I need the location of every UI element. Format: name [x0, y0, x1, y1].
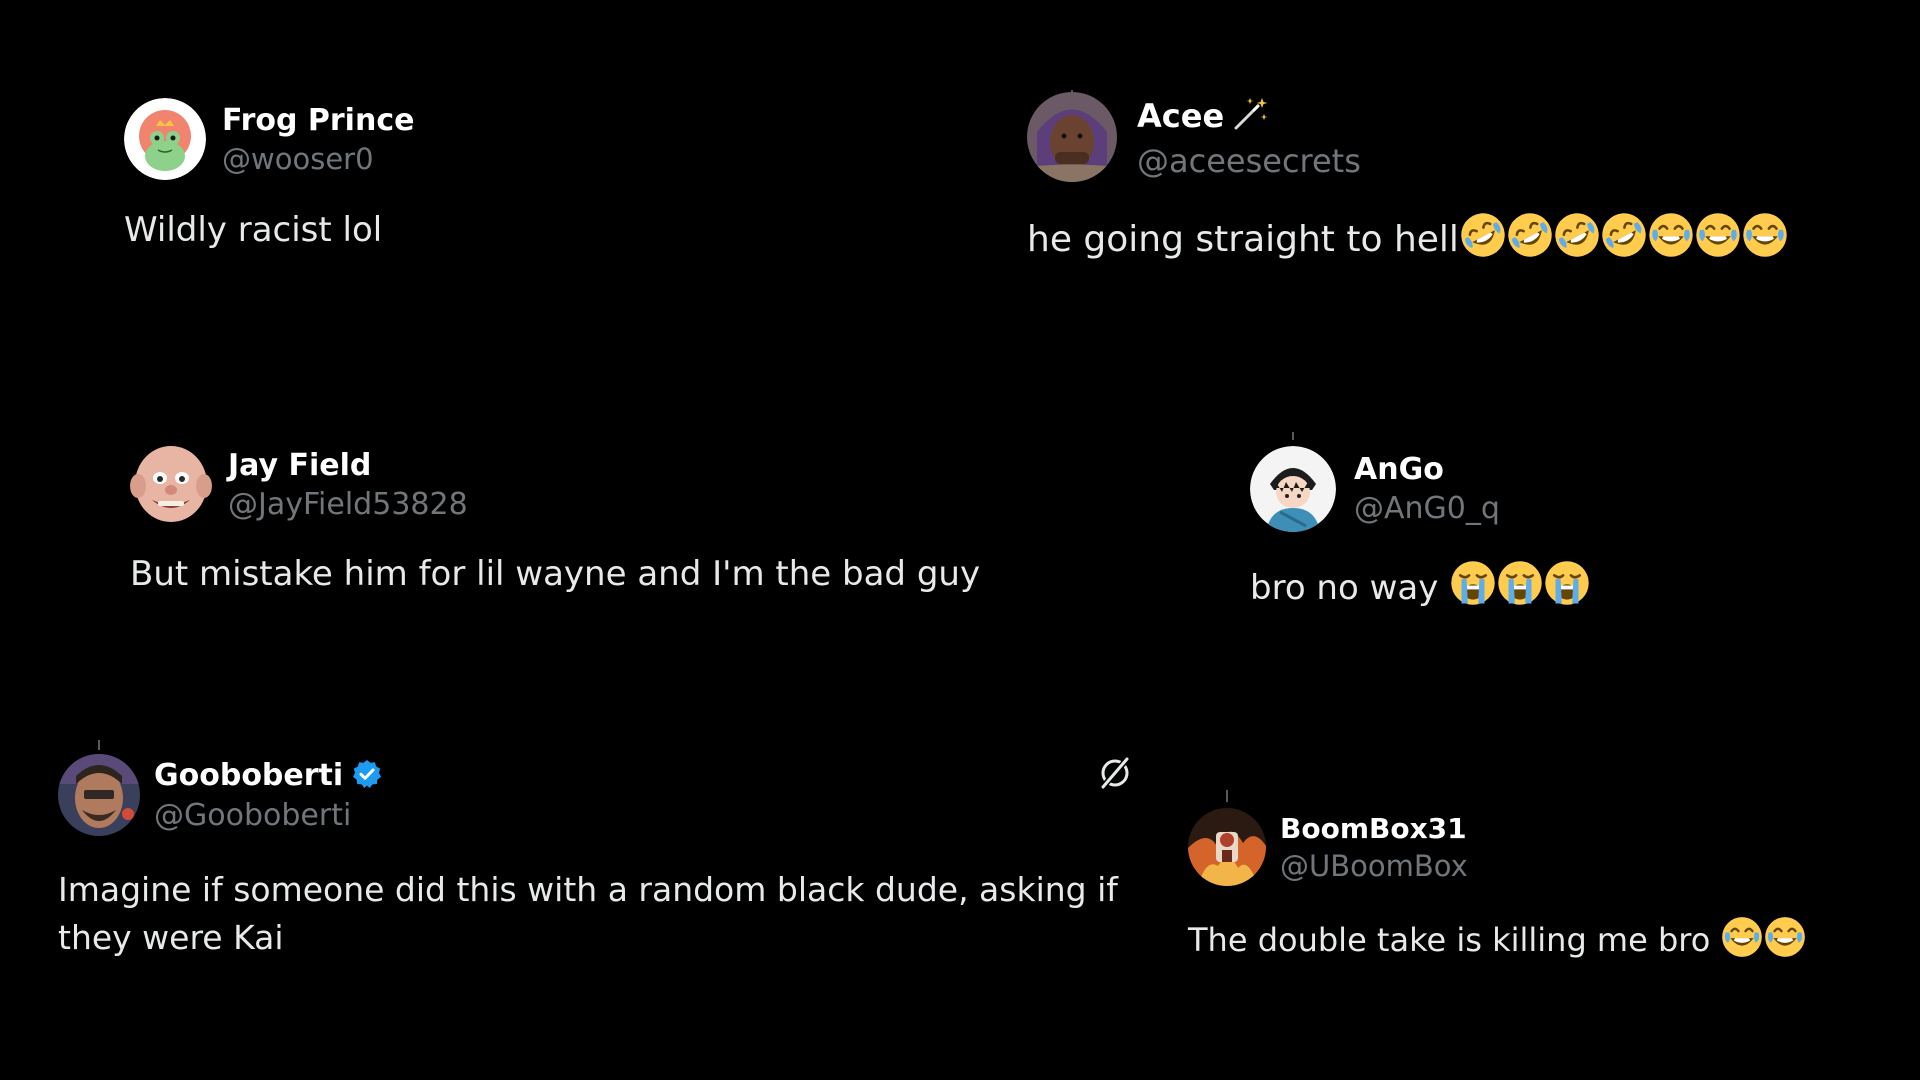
tweet-text: Imagine if someone did this with a rando…	[58, 870, 1118, 957]
display-name[interactable]: Jay Field	[228, 448, 371, 483]
fire-photo-avatar[interactable]	[1188, 808, 1266, 886]
tweet-card[interactable]: BoomBox31 @UBoomBox The double take is k…	[1188, 808, 1806, 959]
thread-connector	[98, 740, 100, 750]
joy-emoji-icon	[1742, 212, 1788, 258]
sob-emoji-icon	[1544, 560, 1590, 606]
display-name[interactable]: AnGo	[1354, 452, 1444, 487]
joy-emoji-icon	[1721, 916, 1763, 958]
cartoon-face-avatar[interactable]	[130, 444, 212, 526]
tweet-header: Acee @aceesecrets	[1027, 92, 1788, 182]
anime-character-avatar[interactable]	[1250, 446, 1336, 532]
rofl-emoji-icon	[1507, 212, 1553, 258]
user-handle[interactable]: @JayField53828	[228, 487, 468, 522]
display-name[interactable]: Frog Prince	[222, 103, 414, 138]
sob-emoji-icon	[1497, 560, 1543, 606]
rofl-emoji-icon	[1601, 212, 1647, 258]
tweet-header: Gooboberti @Gooboberti	[58, 754, 1134, 836]
tweet-header: BoomBox31 @UBoomBox	[1188, 808, 1806, 886]
rofl-emoji-icon	[1554, 212, 1600, 258]
tweet-card[interactable]: Gooboberti @Gooboberti Imagine if someon…	[58, 754, 1134, 962]
joy-emoji-icon	[1695, 212, 1741, 258]
rofl-emoji-icon	[1460, 212, 1506, 258]
display-name[interactable]: Acee	[1137, 97, 1224, 135]
tweet-text: But mistake him for lil wayne and I'm th…	[130, 554, 981, 594]
tweet-text: Wildly racist lol	[124, 210, 383, 250]
tweet-card[interactable]: Acee @aceesecrets he going straight to h…	[1027, 92, 1788, 260]
sob-emoji-icon	[1450, 560, 1496, 606]
thread-connector	[1292, 432, 1294, 440]
thread-connector	[1226, 790, 1228, 802]
person-photo-avatar[interactable]	[1027, 92, 1117, 182]
user-handle[interactable]: @Gooboberti	[154, 798, 383, 833]
user-handle[interactable]: @aceesecrets	[1137, 142, 1361, 180]
tweet-header: AnGo @AnG0_q	[1250, 446, 1590, 532]
display-name[interactable]: Gooboberti	[154, 758, 343, 793]
tweet-text: The double take is killing me bro	[1188, 916, 1806, 959]
tweet-text: he going straight to hell	[1027, 212, 1788, 260]
frog-avatar[interactable]	[124, 98, 206, 180]
joy-emoji-icon	[1764, 916, 1806, 958]
tweet-header: Jay Field @JayField53828	[130, 444, 980, 526]
grok-icon[interactable]	[1096, 754, 1134, 796]
tweet-text: bro no way	[1250, 560, 1590, 608]
magic-wand-icon	[1230, 94, 1270, 138]
user-handle[interactable]: @UBoomBox	[1280, 849, 1468, 883]
display-name[interactable]: BoomBox31	[1280, 812, 1467, 845]
person-photo-avatar[interactable]	[58, 754, 140, 836]
user-handle[interactable]: @wooser0	[222, 142, 414, 176]
joy-emoji-icon	[1648, 212, 1694, 258]
tweet-card[interactable]: AnGo @AnG0_q bro no way	[1250, 446, 1590, 608]
user-handle[interactable]: @AnG0_q	[1354, 491, 1500, 526]
tweet-card[interactable]: Jay Field @JayField53828 But mistake him…	[130, 444, 980, 594]
verified-badge-icon	[351, 758, 383, 794]
tweet-header: Frog Prince @wooser0	[124, 98, 414, 180]
tweet-card[interactable]: Frog Prince @wooser0 Wildly racist lol	[124, 98, 414, 250]
